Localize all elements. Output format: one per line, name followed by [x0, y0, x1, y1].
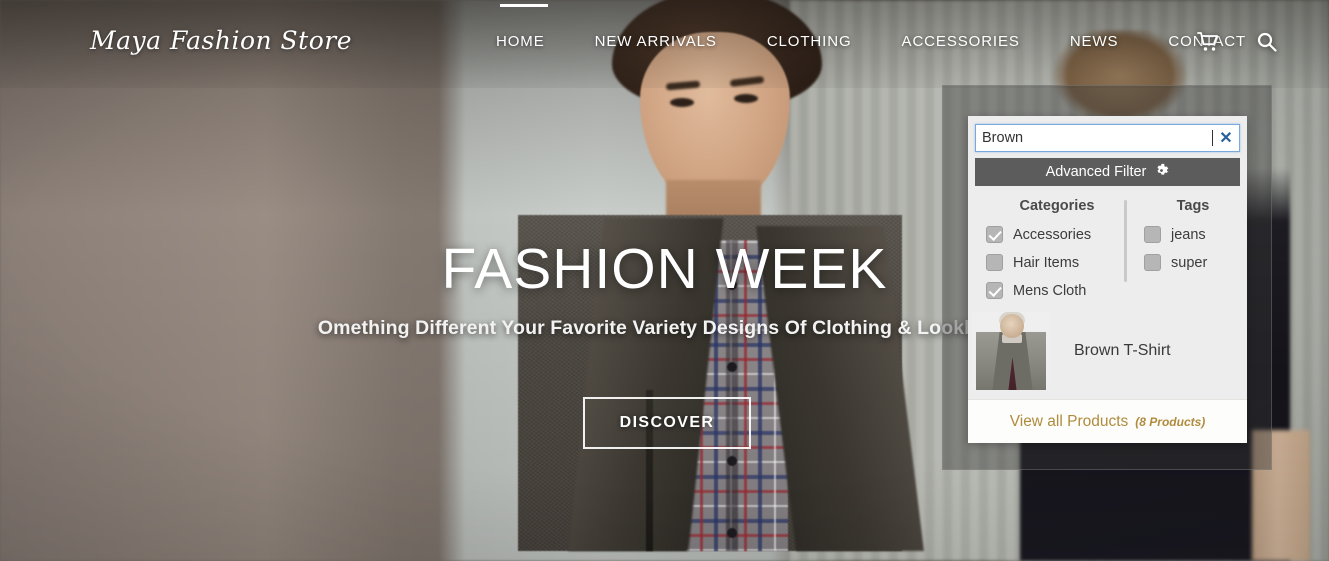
advanced-filter-label: Advanced Filter — [1045, 164, 1147, 180]
main-nav: HOME NEW ARRIVALS CLOTHING ACCESSORIES N… — [496, 33, 1271, 50]
advanced-filter-button[interactable]: Advanced Filter — [975, 158, 1240, 186]
filter-body: Categories Accessories Hair Items Mens C… — [968, 186, 1247, 310]
product-count-label: (8 Products) — [1135, 414, 1206, 429]
thumb-head — [1000, 314, 1024, 338]
nav-item-accessories[interactable]: ACCESSORIES — [877, 33, 1045, 50]
nav-item-home[interactable]: HOME — [496, 33, 570, 50]
tags-column: Tags jeans super — [1128, 198, 1246, 310]
checkbox-accessories[interactable] — [986, 226, 1003, 243]
product-thumbnail — [972, 312, 1050, 390]
tag-row-jeans[interactable]: jeans — [1144, 226, 1246, 243]
checkbox-super[interactable] — [1144, 254, 1161, 271]
category-row-mens-cloth[interactable]: Mens Cloth — [986, 282, 1128, 299]
nav-active-indicator — [500, 4, 548, 7]
discover-button[interactable]: DISCOVER — [583, 397, 751, 449]
categories-heading: Categories — [1019, 198, 1095, 214]
clear-search-icon[interactable]: ✕ — [1213, 128, 1239, 148]
checkbox-mens-cloth[interactable] — [986, 282, 1003, 299]
top-navigation-bar: Maya Fashion Store HOME NEW ARRIVALS CLO… — [0, 0, 1329, 88]
nav-item-clothing[interactable]: CLOTHING — [742, 33, 877, 50]
nav-item-new-arrivals[interactable]: NEW ARRIVALS — [570, 33, 742, 50]
column-divider — [1124, 200, 1127, 282]
tag-row-super[interactable]: super — [1144, 254, 1246, 271]
gear-icon — [1154, 163, 1169, 182]
tag-label-super: super — [1171, 254, 1208, 271]
view-all-products-bar[interactable]: View all Products (8 Products) — [968, 399, 1247, 443]
category-label-hair-items: Hair Items — [1013, 254, 1080, 271]
search-input-wrapper[interactable]: ✕ — [975, 124, 1240, 152]
page-root: Maya Fashion Store HOME NEW ARRIVALS CLO… — [0, 0, 1329, 561]
checkbox-jeans[interactable] — [1144, 226, 1161, 243]
category-label-mens-cloth: Mens Cloth — [1013, 282, 1087, 299]
categories-column: Categories Accessories Hair Items Mens C… — [968, 198, 1128, 310]
site-logo[interactable]: Maya Fashion Store — [90, 26, 352, 55]
search-icon[interactable] — [1257, 32, 1277, 57]
search-dropdown-panel: ✕ Advanced Filter Categories Accessories — [968, 116, 1247, 443]
checkbox-hair-items[interactable] — [986, 254, 1003, 271]
tags-heading: Tags — [1176, 198, 1210, 214]
view-all-products-link[interactable]: View all Products — [1010, 413, 1129, 431]
tag-label-jeans: jeans — [1171, 226, 1206, 243]
search-result-title: Brown T-Shirt — [1074, 342, 1171, 359]
nav-item-news[interactable]: NEWS — [1045, 33, 1144, 50]
search-result-item[interactable]: Brown T-Shirt — [968, 312, 1247, 390]
nav-icon-group — [1197, 32, 1277, 57]
cart-icon[interactable] — [1197, 32, 1219, 57]
category-row-accessories[interactable]: Accessories — [986, 226, 1128, 243]
category-label-accessories: Accessories — [1013, 226, 1092, 243]
search-input[interactable] — [976, 130, 1216, 146]
category-row-hair-items[interactable]: Hair Items — [986, 254, 1128, 271]
